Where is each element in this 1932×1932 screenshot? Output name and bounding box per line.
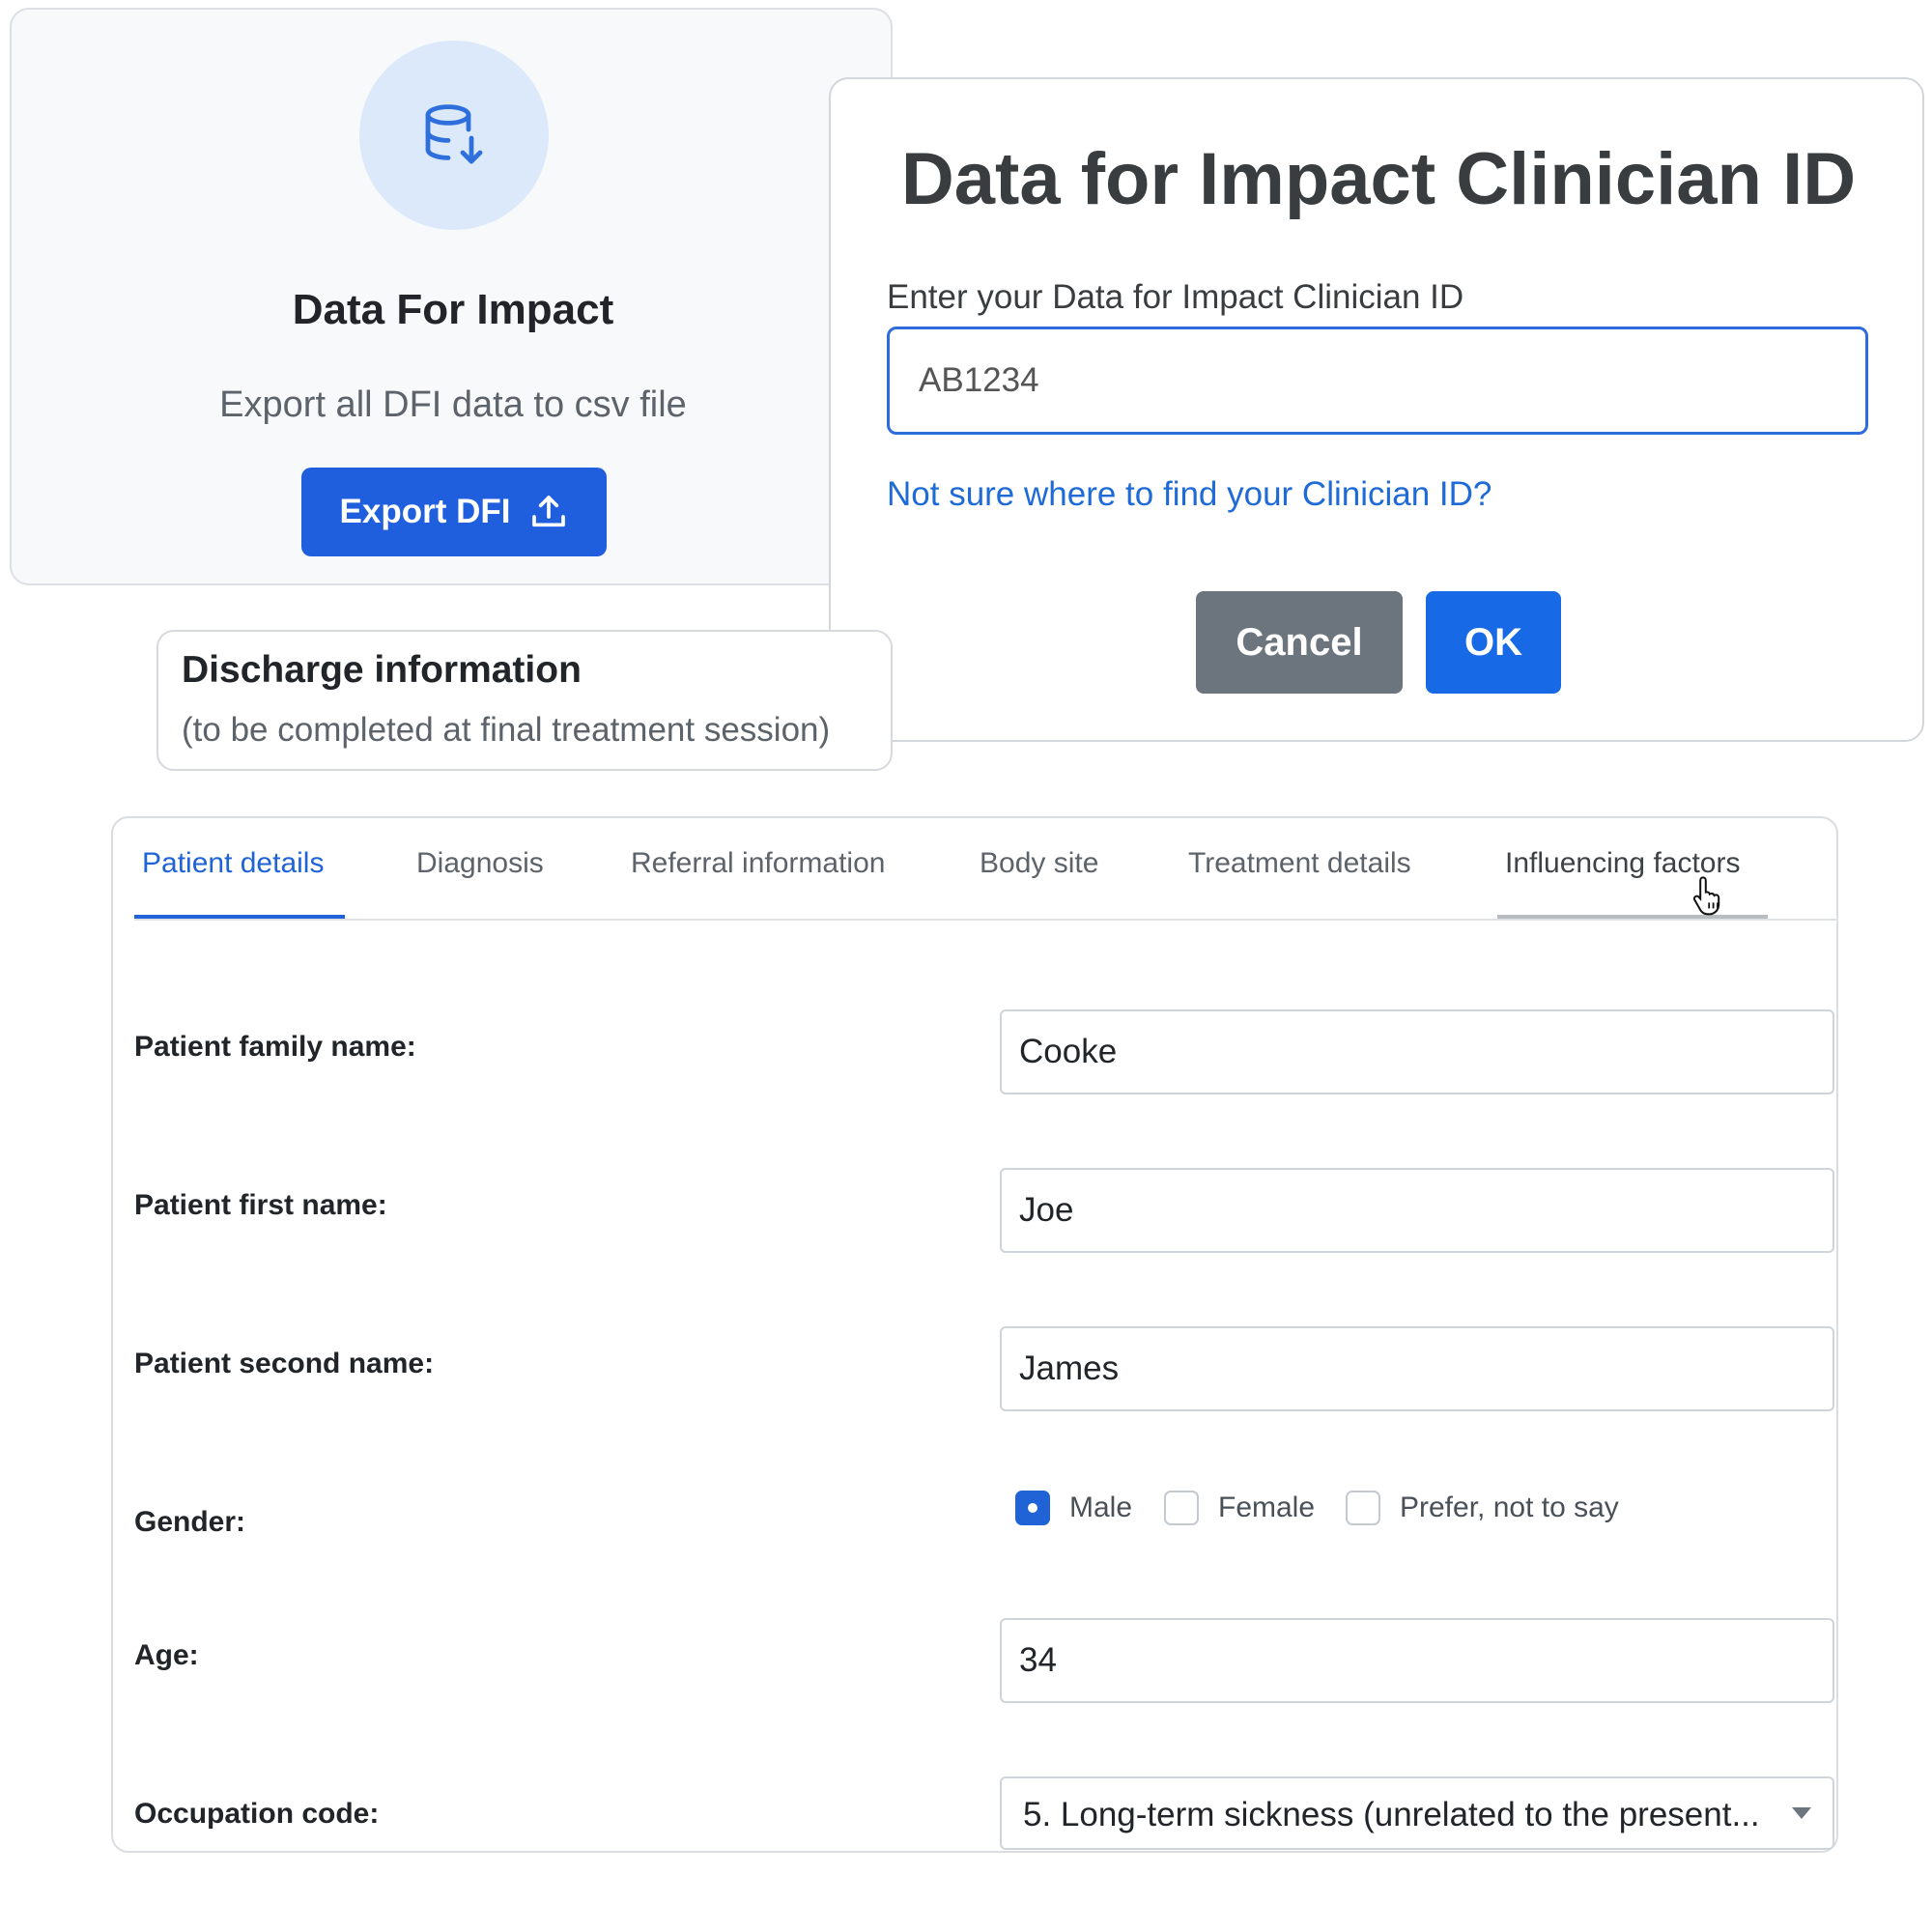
tab-body-site[interactable]: Body site [980,847,1098,880]
chevron-down-icon [1792,1807,1811,1819]
second-name-label: Patient second name: [134,1348,435,1379]
upload-icon [532,496,566,527]
tabs-divider [134,919,1838,921]
first-name-input[interactable] [1000,1168,1834,1253]
dialog-title: Data for Impact Clinician ID [900,138,1857,220]
clinician-id-input[interactable] [887,327,1868,435]
dfi-card-subtitle: Export all DFI data to csv file [219,384,687,425]
family-name-input[interactable] [1000,1009,1834,1094]
active-tab-indicator [134,915,345,919]
clinician-id-help-link[interactable]: Not sure where to find your Clinician ID… [887,475,1492,514]
occupation-selected-value: 5. Long-term sickness (unrelated to the … [1023,1796,1760,1833]
export-dfi-button[interactable]: Export DFI [301,468,607,556]
first-name-label: Patient first name: [134,1189,387,1221]
clinician-id-label: Enter your Data for Impact Clinician ID [887,278,1464,316]
second-name-input[interactable] [1000,1326,1834,1411]
gender-female-label: Female [1218,1492,1316,1523]
dfi-card-title: Data For Impact [292,286,614,333]
gender-male-checkbox[interactable] [1015,1491,1050,1525]
age-input[interactable] [1000,1618,1834,1703]
dfi-icon-circle [359,41,549,230]
dfi-export-card: Data For Impact Export all DFI data to c… [10,8,893,585]
gender-option-prefer-not[interactable]: Prefer, not to say [1346,1491,1619,1525]
tab-diagnosis[interactable]: Diagnosis [416,847,544,880]
occupation-label: Occupation code: [134,1798,380,1830]
tab-patient-details[interactable]: Patient details [142,847,324,880]
export-dfi-label: Export DFI [339,493,511,530]
tab-referral-information[interactable]: Referral information [631,847,885,880]
tab-treatment-details[interactable]: Treatment details [1188,847,1411,880]
family-name-label: Patient family name: [134,1031,416,1063]
discharge-subtitle: (to be completed at final treatment sess… [182,711,831,749]
discharge-title: Discharge information [182,649,582,691]
gender-female-checkbox[interactable] [1164,1491,1199,1525]
hand-cursor-icon [1692,876,1720,916]
gender-male-label: Male [1069,1492,1133,1523]
database-download-icon [425,104,483,164]
gender-label: Gender: [134,1506,246,1538]
gender-prefer-not-checkbox[interactable] [1346,1491,1380,1525]
clinician-id-dialog: Data for Impact Clinician ID Enter your … [829,77,1924,742]
gender-option-female[interactable]: Female [1164,1491,1315,1525]
patient-form-panel: Patient details Diagnosis Referral infor… [111,816,1838,1853]
occupation-select[interactable]: 5. Long-term sickness (unrelated to the … [1000,1776,1834,1850]
ok-button[interactable]: OK [1426,591,1561,694]
cancel-button[interactable]: Cancel [1196,591,1403,694]
discharge-info-box: Discharge information (to be completed a… [156,630,893,771]
age-label: Age: [134,1639,199,1671]
hover-tab-indicator [1497,915,1768,919]
gender-prefer-not-label: Prefer, not to say [1400,1492,1619,1523]
gender-option-male[interactable]: Male [1015,1491,1132,1525]
